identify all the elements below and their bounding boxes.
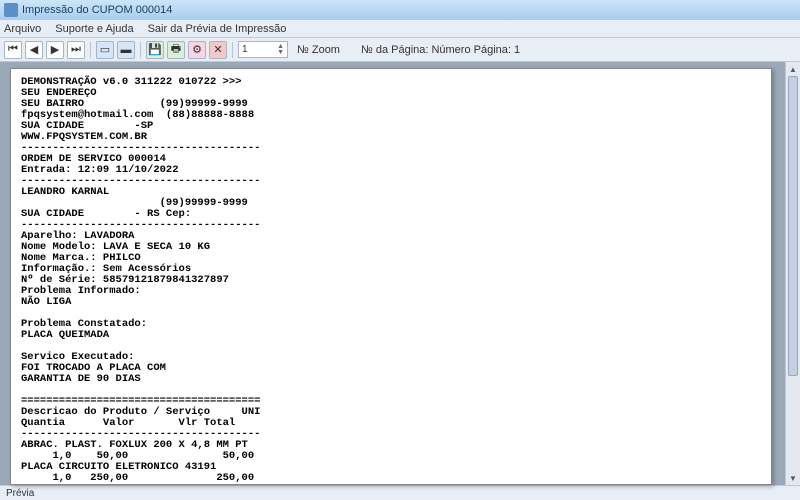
zoom-page-button[interactable]: ▭: [96, 41, 114, 59]
next-page-button[interactable]: ▶: [46, 41, 64, 59]
first-page-button[interactable]: ⏮: [4, 41, 22, 59]
page-preview: DEMONSTRAÇÃO v6.0 311222 010722 >>> SEU …: [10, 68, 772, 485]
toolbar: ⏮ ◀ ▶ ⏭ ▭ ▬ 💾 🖶 ⚙ ✕ 1 ▲▼ № Zoom № da Pág…: [0, 38, 800, 62]
statusbar: Prévia: [0, 485, 800, 500]
scroll-thumb[interactable]: [788, 76, 798, 376]
titlebar: Impressão do CUPOM 000014: [0, 0, 800, 20]
separator: [232, 42, 233, 58]
close-button[interactable]: ✕: [209, 41, 227, 59]
scroll-down-icon[interactable]: ▼: [786, 471, 800, 485]
menu-suporte[interactable]: Suporte e Ajuda: [55, 23, 133, 35]
status-text: Prévia: [6, 488, 34, 499]
preview-area: DEMONSTRAÇÃO v6.0 311222 010722 >>> SEU …: [0, 62, 800, 485]
app-icon: [4, 3, 18, 17]
print-button[interactable]: 🖶: [167, 41, 185, 59]
vertical-scrollbar[interactable]: ▲ ▼: [785, 62, 800, 485]
prev-page-button[interactable]: ◀: [25, 41, 43, 59]
separator: [140, 42, 141, 58]
menu-arquivo[interactable]: Arquivo: [4, 23, 41, 35]
page-label: № da Página:: [361, 44, 428, 56]
save-button[interactable]: 💾: [146, 41, 164, 59]
zoom-input[interactable]: 1 ▲▼: [238, 41, 288, 58]
last-page-button[interactable]: ⏭: [67, 41, 85, 59]
menubar: Arquivo Suporte e Ajuda Sair da Prévia d…: [0, 20, 800, 38]
separator: [90, 42, 91, 58]
window-title: Impressão do CUPOM 000014: [22, 4, 172, 16]
scroll-up-icon[interactable]: ▲: [786, 62, 800, 76]
menu-sair[interactable]: Sair da Prévia de Impressão: [148, 23, 287, 35]
receipt-text: DEMONSTRAÇÃO v6.0 311222 010722 >>> SEU …: [11, 69, 771, 485]
page-value: Número Página: 1: [431, 44, 520, 56]
setup-button[interactable]: ⚙: [188, 41, 206, 59]
zoom-value: 1: [242, 44, 248, 55]
spinner-icon[interactable]: ▲▼: [277, 44, 284, 56]
zoom-width-button[interactable]: ▬: [117, 41, 135, 59]
zoom-label: № Zoom: [297, 44, 340, 56]
